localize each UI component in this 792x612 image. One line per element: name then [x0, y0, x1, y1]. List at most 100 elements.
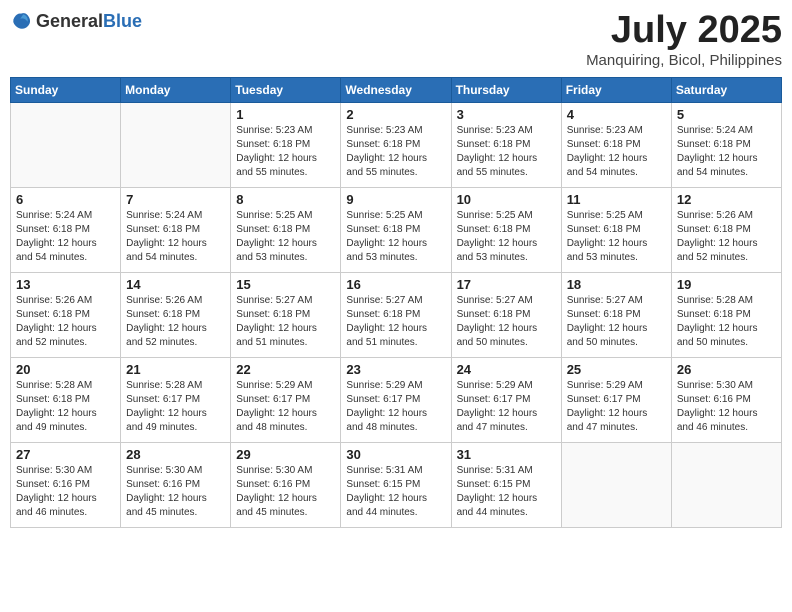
calendar-cell: 1 Sunrise: 5:23 AMSunset: 6:18 PMDaylight… — [231, 102, 341, 187]
day-detail: Sunrise: 5:30 AMSunset: 6:16 PMDaylight:… — [16, 464, 115, 520]
calendar-cell: 24 Sunrise: 5:29 AMSunset: 6:17 PMDayligh… — [451, 357, 561, 442]
day-detail: Sunrise: 5:30 AMSunset: 6:16 PMDaylight:… — [236, 464, 335, 520]
calendar-cell: 6 Sunrise: 5:24 AMSunset: 6:18 PMDaylight… — [11, 187, 121, 272]
day-detail: Sunrise: 5:29 AMSunset: 6:17 PMDaylight:… — [346, 379, 445, 435]
day-number: 17 — [457, 277, 556, 292]
calendar-cell: 30 Sunrise: 5:31 AMSunset: 6:15 PMDayligh… — [341, 442, 451, 527]
day-number: 27 — [16, 447, 115, 462]
calendar-table: SundayMondayTuesdayWednesdayThursdayFrid… — [10, 77, 782, 528]
day-number: 2 — [346, 107, 445, 122]
day-number: 23 — [346, 362, 445, 377]
logo-text-general: General — [36, 11, 103, 31]
calendar-cell: 14 Sunrise: 5:26 AMSunset: 6:18 PMDayligh… — [121, 272, 231, 357]
calendar-cell: 22Sunrise: 5:29 AMSunset: 6:17 PMDayligh… — [231, 357, 341, 442]
calendar-week-4: 20Sunrise: 5:28 AMSunset: 6:18 PMDayligh… — [11, 357, 782, 442]
calendar-week-3: 13 Sunrise: 5:26 AMSunset: 6:18 PMDayligh… — [11, 272, 782, 357]
day-number: 22 — [236, 362, 335, 377]
day-number: 19 — [677, 277, 776, 292]
calendar-cell: 17 Sunrise: 5:27 AMSunset: 6:18 PMDayligh… — [451, 272, 561, 357]
page-header: GeneralBlue July 2025 Manquiring, Bicol,… — [10, 10, 782, 69]
calendar-cell: 31 Sunrise: 5:31 AMSunset: 6:15 PMDayligh… — [451, 442, 561, 527]
day-detail: Sunrise: 5:31 AMSunset: 6:15 PMDaylight:… — [457, 464, 556, 520]
calendar-cell — [671, 442, 781, 527]
day-number: 5 — [677, 107, 776, 122]
calendar-cell: 16 Sunrise: 5:27 AMSunset: 6:18 PMDayligh… — [341, 272, 451, 357]
day-number: 13 — [16, 277, 115, 292]
day-number: 15 — [236, 277, 335, 292]
calendar-title: July 2025 — [586, 10, 782, 52]
calendar-cell: 3Sunrise: 5:23 AMSunset: 6:18 PMDaylight… — [451, 102, 561, 187]
calendar-cell: 10Sunrise: 5:25 AMSunset: 6:18 PMDayligh… — [451, 187, 561, 272]
calendar-cell — [121, 102, 231, 187]
calendar-cell: 21 Sunrise: 5:28 AMSunset: 6:17 PMDayligh… — [121, 357, 231, 442]
calendar-cell: 11 Sunrise: 5:25 AMSunset: 6:18 PMDayligh… — [561, 187, 671, 272]
day-detail: Sunrise: 5:26 AMSunset: 6:18 PMDaylight:… — [126, 294, 225, 350]
calendar-cell: 19 Sunrise: 5:28 AMSunset: 6:18 PMDayligh… — [671, 272, 781, 357]
calendar-cell: 20Sunrise: 5:28 AMSunset: 6:18 PMDayligh… — [11, 357, 121, 442]
calendar-cell: 7Sunrise: 5:24 AMSunset: 6:18 PMDaylight… — [121, 187, 231, 272]
day-number: 1 — [236, 107, 335, 122]
day-number: 16 — [346, 277, 445, 292]
title-block: July 2025 Manquiring, Bicol, Philippines — [586, 10, 782, 69]
day-detail: Sunrise: 5:27 AMSunset: 6:18 PMDaylight:… — [457, 294, 556, 350]
day-number: 20 — [16, 362, 115, 377]
calendar-cell: 12 Sunrise: 5:26 AMSunset: 6:18 PMDayligh… — [671, 187, 781, 272]
day-detail: Sunrise: 5:27 AMSunset: 6:18 PMDaylight:… — [236, 294, 335, 350]
calendar-cell: 9 Sunrise: 5:25 AMSunset: 6:18 PMDaylight… — [341, 187, 451, 272]
calendar-header-sunday: Sunday — [11, 77, 121, 102]
calendar-cell: 13 Sunrise: 5:26 AMSunset: 6:18 PMDayligh… — [11, 272, 121, 357]
calendar-cell: 18 Sunrise: 5:27 AMSunset: 6:18 PMDayligh… — [561, 272, 671, 357]
logo-text-blue: Blue — [103, 11, 142, 31]
calendar-cell: 8Sunrise: 5:25 AMSunset: 6:18 PMDaylight… — [231, 187, 341, 272]
calendar-header-monday: Monday — [121, 77, 231, 102]
calendar-cell: 23 Sunrise: 5:29 AMSunset: 6:17 PMDayligh… — [341, 357, 451, 442]
day-number: 29 — [236, 447, 335, 462]
day-detail: Sunrise: 5:25 AMSunset: 6:18 PMDaylight:… — [567, 209, 666, 265]
calendar-header-friday: Friday — [561, 77, 671, 102]
day-number: 28 — [126, 447, 225, 462]
day-number: 11 — [567, 192, 666, 207]
day-detail: Sunrise: 5:29 AMSunset: 6:17 PMDaylight:… — [457, 379, 556, 435]
day-detail: Sunrise: 5:31 AMSunset: 6:15 PMDaylight:… — [346, 464, 445, 520]
day-number: 24 — [457, 362, 556, 377]
calendar-cell: 5 Sunrise: 5:24 AMSunset: 6:18 PMDaylight… — [671, 102, 781, 187]
day-number: 6 — [16, 192, 115, 207]
calendar-header-wednesday: Wednesday — [341, 77, 451, 102]
day-number: 31 — [457, 447, 556, 462]
day-number: 3 — [457, 107, 556, 122]
day-detail: Sunrise: 5:24 AMSunset: 6:18 PMDaylight:… — [677, 124, 776, 180]
day-detail: Sunrise: 5:26 AMSunset: 6:18 PMDaylight:… — [677, 209, 776, 265]
calendar-week-2: 6 Sunrise: 5:24 AMSunset: 6:18 PMDaylight… — [11, 187, 782, 272]
calendar-header-saturday: Saturday — [671, 77, 781, 102]
day-detail: Sunrise: 5:24 AMSunset: 6:18 PMDaylight:… — [16, 209, 115, 265]
day-number: 4 — [567, 107, 666, 122]
day-number: 21 — [126, 362, 225, 377]
calendar-week-1: 1 Sunrise: 5:23 AMSunset: 6:18 PMDaylight… — [11, 102, 782, 187]
calendar-cell: 2 Sunrise: 5:23 AMSunset: 6:18 PMDaylight… — [341, 102, 451, 187]
day-number: 25 — [567, 362, 666, 377]
day-number: 26 — [677, 362, 776, 377]
calendar-cell: 29 Sunrise: 5:30 AMSunset: 6:16 PMDayligh… — [231, 442, 341, 527]
day-detail: Sunrise: 5:23 AMSunset: 6:18 PMDaylight:… — [567, 124, 666, 180]
day-detail: Sunrise: 5:28 AMSunset: 6:18 PMDaylight:… — [677, 294, 776, 350]
day-detail: Sunrise: 5:29 AMSunset: 6:17 PMDaylight:… — [567, 379, 666, 435]
calendar-cell: 4 Sunrise: 5:23 AMSunset: 6:18 PMDaylight… — [561, 102, 671, 187]
day-number: 18 — [567, 277, 666, 292]
calendar-location: Manquiring, Bicol, Philippines — [586, 52, 782, 69]
calendar-cell: 27 Sunrise: 5:30 AMSunset: 6:16 PMDayligh… — [11, 442, 121, 527]
day-detail: Sunrise: 5:27 AMSunset: 6:18 PMDaylight:… — [346, 294, 445, 350]
day-detail: Sunrise: 5:28 AMSunset: 6:17 PMDaylight:… — [126, 379, 225, 435]
day-number: 30 — [346, 447, 445, 462]
day-detail: Sunrise: 5:25 AMSunset: 6:18 PMDaylight:… — [346, 209, 445, 265]
logo-icon — [10, 10, 32, 32]
day-number: 12 — [677, 192, 776, 207]
calendar-header-row: SundayMondayTuesdayWednesdayThursdayFrid… — [11, 77, 782, 102]
day-number: 9 — [346, 192, 445, 207]
day-detail: Sunrise: 5:23 AMSunset: 6:18 PMDaylight:… — [346, 124, 445, 180]
day-detail: Sunrise: 5:23 AMSunset: 6:18 PMDaylight:… — [236, 124, 335, 180]
calendar-cell — [11, 102, 121, 187]
calendar-cell: 26Sunrise: 5:30 AMSunset: 6:16 PMDayligh… — [671, 357, 781, 442]
day-detail: Sunrise: 5:26 AMSunset: 6:18 PMDaylight:… — [16, 294, 115, 350]
day-number: 14 — [126, 277, 225, 292]
day-detail: Sunrise: 5:27 AMSunset: 6:18 PMDaylight:… — [567, 294, 666, 350]
